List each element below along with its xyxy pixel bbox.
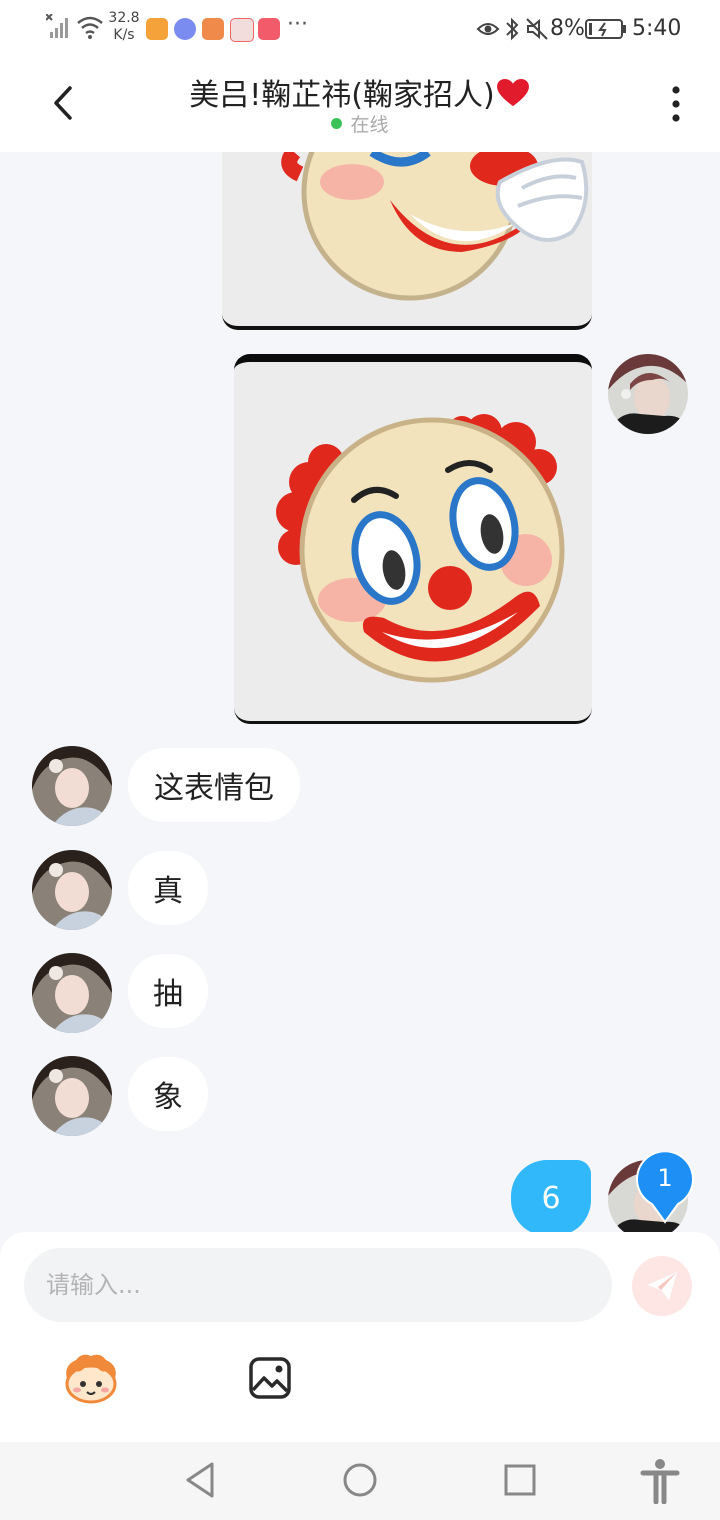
chat-title: 美吕!鞠芷祎(鞠家招人)	[90, 70, 630, 114]
my-avatar[interactable]	[608, 354, 688, 434]
message-input[interactable]	[24, 1248, 612, 1322]
music-app-icon	[174, 18, 196, 40]
more-notifications: ···	[287, 12, 308, 37]
contact-avatar[interactable]	[32, 1056, 112, 1136]
accessibility-icon[interactable]	[640, 1458, 680, 1504]
nav-recents-icon[interactable]	[502, 1462, 538, 1498]
clown-face-icon	[276, 414, 565, 683]
contact-name: 美吕!鞠芷祎(鞠家招人)	[189, 78, 495, 113]
contact-avatar[interactable]	[32, 746, 112, 826]
nav-home-icon[interactable]	[340, 1460, 380, 1500]
shop-app-icon	[258, 18, 280, 40]
text-message[interactable]: 这表情包	[128, 748, 300, 822]
text-message[interactable]: 象	[128, 1057, 208, 1131]
contact-avatar-image	[32, 1056, 112, 1136]
send-plane-icon	[647, 1272, 677, 1300]
contact-avatar-image	[32, 953, 112, 1033]
image-icon[interactable]	[248, 1356, 292, 1400]
net-speed-value: 32.8	[108, 10, 140, 26]
text-message[interactable]: 真	[128, 851, 208, 925]
mute-icon	[526, 18, 548, 40]
nav-back-icon[interactable]	[182, 1460, 218, 1500]
status-bar: 32.8 K/s ··· 8% 5:40	[0, 0, 720, 58]
send-button[interactable]	[632, 1256, 692, 1316]
my-avatar-image	[608, 354, 688, 434]
text-message[interactable]: 抽	[128, 954, 208, 1028]
red-heart-icon	[496, 78, 529, 107]
contact-avatar-image	[32, 850, 112, 930]
emoji-sticker-icon[interactable]	[60, 1352, 122, 1404]
battery-icon	[585, 19, 626, 39]
message-text: 抽	[153, 977, 183, 1012]
eye-comfort-icon	[476, 23, 500, 35]
clock: 5:40	[632, 16, 682, 41]
online-status-label: 在线	[350, 114, 389, 136]
net-speed: 32.8 K/s	[108, 10, 140, 44]
clown-face-icon	[281, 152, 589, 301]
my-text-message[interactable]: 6	[511, 1160, 591, 1236]
contact-avatar[interactable]	[32, 850, 112, 930]
signal-icon	[46, 14, 68, 38]
online-status: 在线	[0, 110, 720, 137]
more-options-icon[interactable]	[664, 84, 688, 124]
bluetooth-icon	[506, 17, 519, 41]
message-text: 6	[541, 1180, 561, 1216]
player-app-icon	[202, 18, 224, 40]
contact-avatar[interactable]	[32, 953, 112, 1033]
sticker-message[interactable]	[222, 152, 592, 330]
online-dot-icon	[331, 118, 343, 129]
net-speed-unit: K/s	[113, 27, 135, 43]
battery-percent: 8%	[550, 16, 585, 41]
wifi-icon	[77, 16, 103, 39]
message-text: 象	[153, 1080, 183, 1115]
message-text: 这表情包	[154, 771, 274, 806]
message-text: 真	[153, 874, 183, 909]
calendar-app-icon	[230, 18, 254, 42]
contact-avatar-image	[32, 746, 112, 826]
video-app-icon	[146, 18, 168, 40]
sticker-message[interactable]	[234, 354, 592, 724]
unread-count: 1	[657, 1164, 673, 1192]
